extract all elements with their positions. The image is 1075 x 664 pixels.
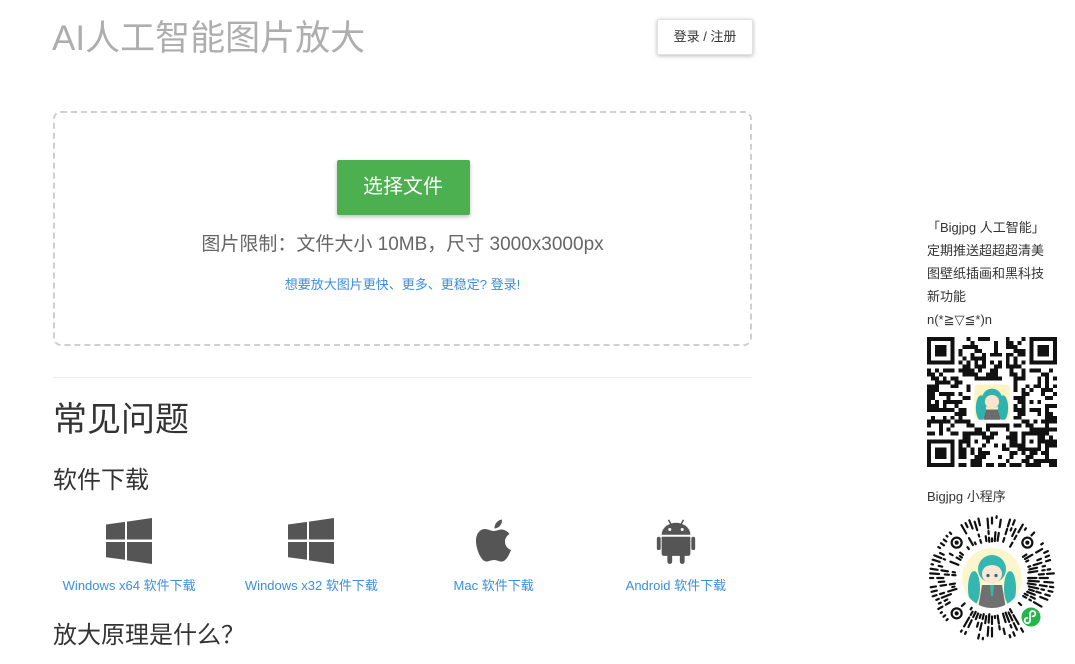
- select-file-button[interactable]: 选择文件: [336, 160, 470, 215]
- mini-code-center-image: [960, 546, 1024, 610]
- login-prompt-link[interactable]: 想要放大图片更快、更多、更稳定? 登录!: [285, 277, 520, 292]
- promo-line: n(*≧▽≦*)n: [927, 312, 993, 327]
- download-mac-link[interactable]: Mac 软件下载: [403, 515, 585, 600]
- mini-program-label: Bigjpg 小程序: [927, 489, 1006, 504]
- mini-program-logo-icon: [1019, 605, 1043, 629]
- download-label[interactable]: Windows x32 软件下载: [220, 578, 402, 594]
- mini-code-eye: [950, 607, 963, 620]
- qr-center-logo: [971, 381, 1013, 423]
- mini-code-eye: [950, 536, 963, 549]
- promo-line: 「Bigjpg 人工智能」: [927, 220, 1045, 235]
- mini-program-code-image: [928, 515, 1055, 641]
- download-label[interactable]: Windows x64 软件下载: [38, 578, 220, 594]
- section-divider: [53, 377, 752, 378]
- principle-heading: 放大原理是什么？: [53, 622, 245, 649]
- software-download-heading: 软件下载: [53, 467, 149, 494]
- download-list: Windows x64 软件下载 Windows x32 软件下载 Mac 软件…: [38, 515, 767, 600]
- windows-icon[interactable]: [288, 518, 335, 564]
- promo-line: 图壁纸插画和黑科技: [927, 266, 1045, 281]
- promo-line: 新功能: [927, 289, 967, 304]
- promo-line: 定期推送超超超清美: [927, 243, 1045, 258]
- download-windows-x32-link[interactable]: Windows x32 软件下载: [220, 515, 402, 600]
- sidebar-promo-text: 「Bigjpg 人工智能」 定期推送超超超清美 图壁纸插画和黑科技 新功能 n(…: [927, 216, 1067, 331]
- upload-drop-zone[interactable]: 选择文件 图片限制：文件大小 10MB，尺寸 3000x3000px 想要放大图…: [53, 111, 752, 346]
- download-label[interactable]: Mac 软件下载: [403, 578, 585, 594]
- wechat-qr-code-image: [927, 337, 1057, 467]
- login-register-button[interactable]: 登录 / 注册: [657, 19, 753, 55]
- upload-limit-text: 图片限制：文件大小 10MB，尺寸 3000x3000px: [201, 234, 604, 255]
- login-prompt: 想要放大图片更快、更多、更稳定? 登录!: [55, 276, 750, 294]
- windows-icon[interactable]: [106, 518, 153, 564]
- site-title: AI人工智能图片放大: [52, 19, 366, 58]
- android-icon[interactable]: [656, 518, 696, 564]
- download-android-link[interactable]: Android 软件下载: [585, 515, 767, 600]
- mini-code-eye: [1021, 536, 1034, 549]
- download-windows-x64-link[interactable]: Windows x64 软件下载: [38, 515, 220, 600]
- page: { "header": { "title": "AI人工智能图片放大", "lo…: [0, 0, 1075, 664]
- apple-icon[interactable]: [474, 518, 514, 564]
- download-label[interactable]: Android 软件下载: [585, 578, 767, 594]
- faq-heading: 常见问题: [53, 401, 189, 439]
